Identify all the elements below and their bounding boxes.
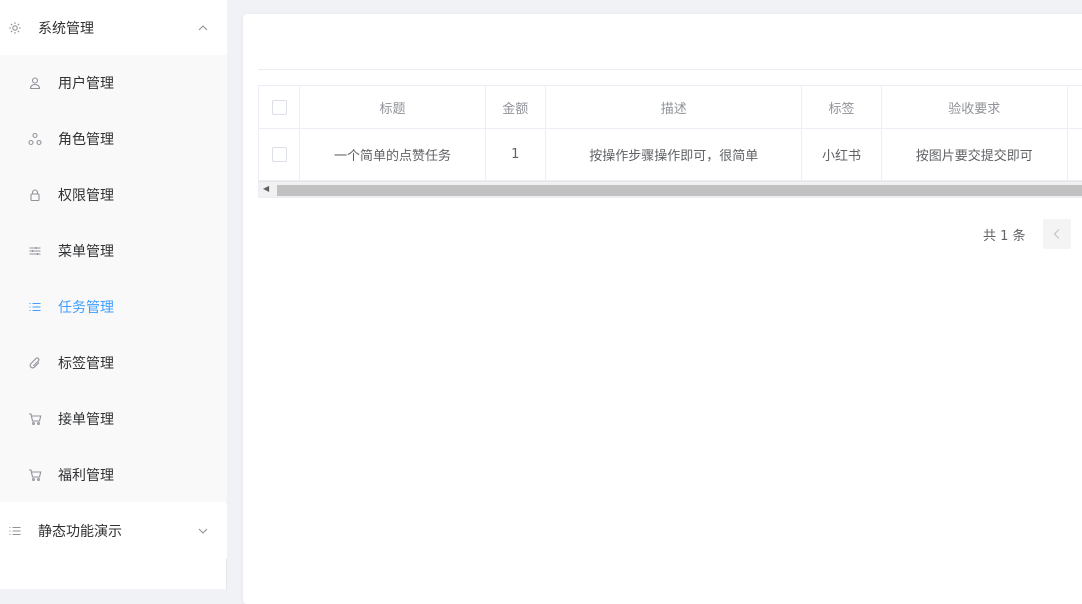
table-cell: 小红书 [801,128,882,181]
sidebar-item-menus[interactable]: 菜单管理 [0,223,227,279]
menu-group-label: 系统管理 [38,21,94,37]
table-cell: 一个简单的点赞任务 [299,128,486,181]
column-header-overflow [1067,86,1082,129]
column-header[interactable]: 标签 [801,86,882,129]
sidebar-item-label: 菜单管理 [58,244,114,260]
role-icon [28,132,42,146]
sidebar-item-label: 任务管理 [58,300,114,316]
chevron-up-icon [198,25,208,31]
column-header[interactable]: 标题 [299,86,486,129]
column-header[interactable]: 验收要求 [881,86,1068,129]
horizontal-scrollbar[interactable]: ◀ [259,181,1082,197]
chevron-left-icon [1053,229,1060,239]
divider [258,69,1082,70]
sidebar-item-tasks[interactable]: 任务管理 [0,279,227,335]
gear-icon [9,22,21,34]
table-cell-overflow [1067,128,1082,181]
list-icon [9,526,21,536]
submenu: 用户管理 角色管理 权限管理 菜单管理 任务管理 标签管理 接单管理 福利管理 [0,55,227,502]
sidebar-item-label: 角色管理 [58,132,114,148]
table-cell: 1 [485,128,547,181]
sidebar-item-welfare[interactable]: 福利管理 [0,447,227,503]
chevron-down-icon [198,528,208,534]
table-cell: 按图片要交提交即可 [881,128,1068,181]
user-icon [29,77,41,90]
sidebar-item-tags[interactable]: 标签管理 [0,335,227,391]
menu-group-system[interactable]: 系统管理 [0,0,227,56]
scroll-left-arrow-icon[interactable]: ◀ [263,185,271,193]
scrollbar-thumb[interactable] [277,185,1082,196]
select-all-checkbox[interactable] [271,99,287,115]
sidebar-item-label: 标签管理 [58,356,114,372]
sidebar-item-orders[interactable]: 接单管理 [0,391,227,447]
table-cell: 按操作步骤操作即可，很简单 [545,128,803,181]
task-table: 标题 金额 描述 标签 验收要求 一个简单的点赞任务 1 按操作步骤操作即可，很… [258,85,1082,198]
sidebar-item-label: 用户管理 [58,76,114,92]
paperclip-icon [29,357,40,369]
pagination-total: 共 1 条 [983,229,1026,244]
table-header-row: 标题 金额 描述 标签 验收要求 [259,86,1082,129]
row-select-cell [259,128,301,181]
menu-group-static-demo[interactable]: 静态功能演示 [0,503,227,559]
cart-icon [29,469,42,481]
main-panel: 标题 金额 描述 标签 验收要求 一个简单的点赞任务 1 按操作步骤操作即可，很… [243,14,1082,604]
lock-icon [30,189,40,202]
select-all-cell [259,86,301,129]
list-icon [29,302,41,312]
cart-icon [29,413,42,425]
sidebar-item-roles[interactable]: 角色管理 [0,111,227,167]
sidebar: 系统管理 用户管理 角色管理 权限管理 菜单管理 任务管理 标签管理 接单管理 … [0,0,227,589]
column-header[interactable]: 描述 [545,86,803,129]
sidebar-item-label: 接单管理 [58,412,114,428]
sidebar-item-users[interactable]: 用户管理 [0,55,227,111]
menu-group-label: 静态功能演示 [38,524,122,540]
sidebar-item-permissions[interactable]: 权限管理 [0,167,227,223]
pagination-prev-button[interactable] [1043,219,1071,249]
menu-sliders-icon [29,247,41,255]
sidebar-item-label: 福利管理 [58,468,114,484]
table-row[interactable]: 一个简单的点赞任务 1 按操作步骤操作即可，很简单 小红书 按图片要交提交即可 [259,128,1082,181]
row-checkbox[interactable] [271,147,287,162]
column-header[interactable]: 金额 [485,86,547,129]
sidebar-item-label: 权限管理 [58,188,114,204]
